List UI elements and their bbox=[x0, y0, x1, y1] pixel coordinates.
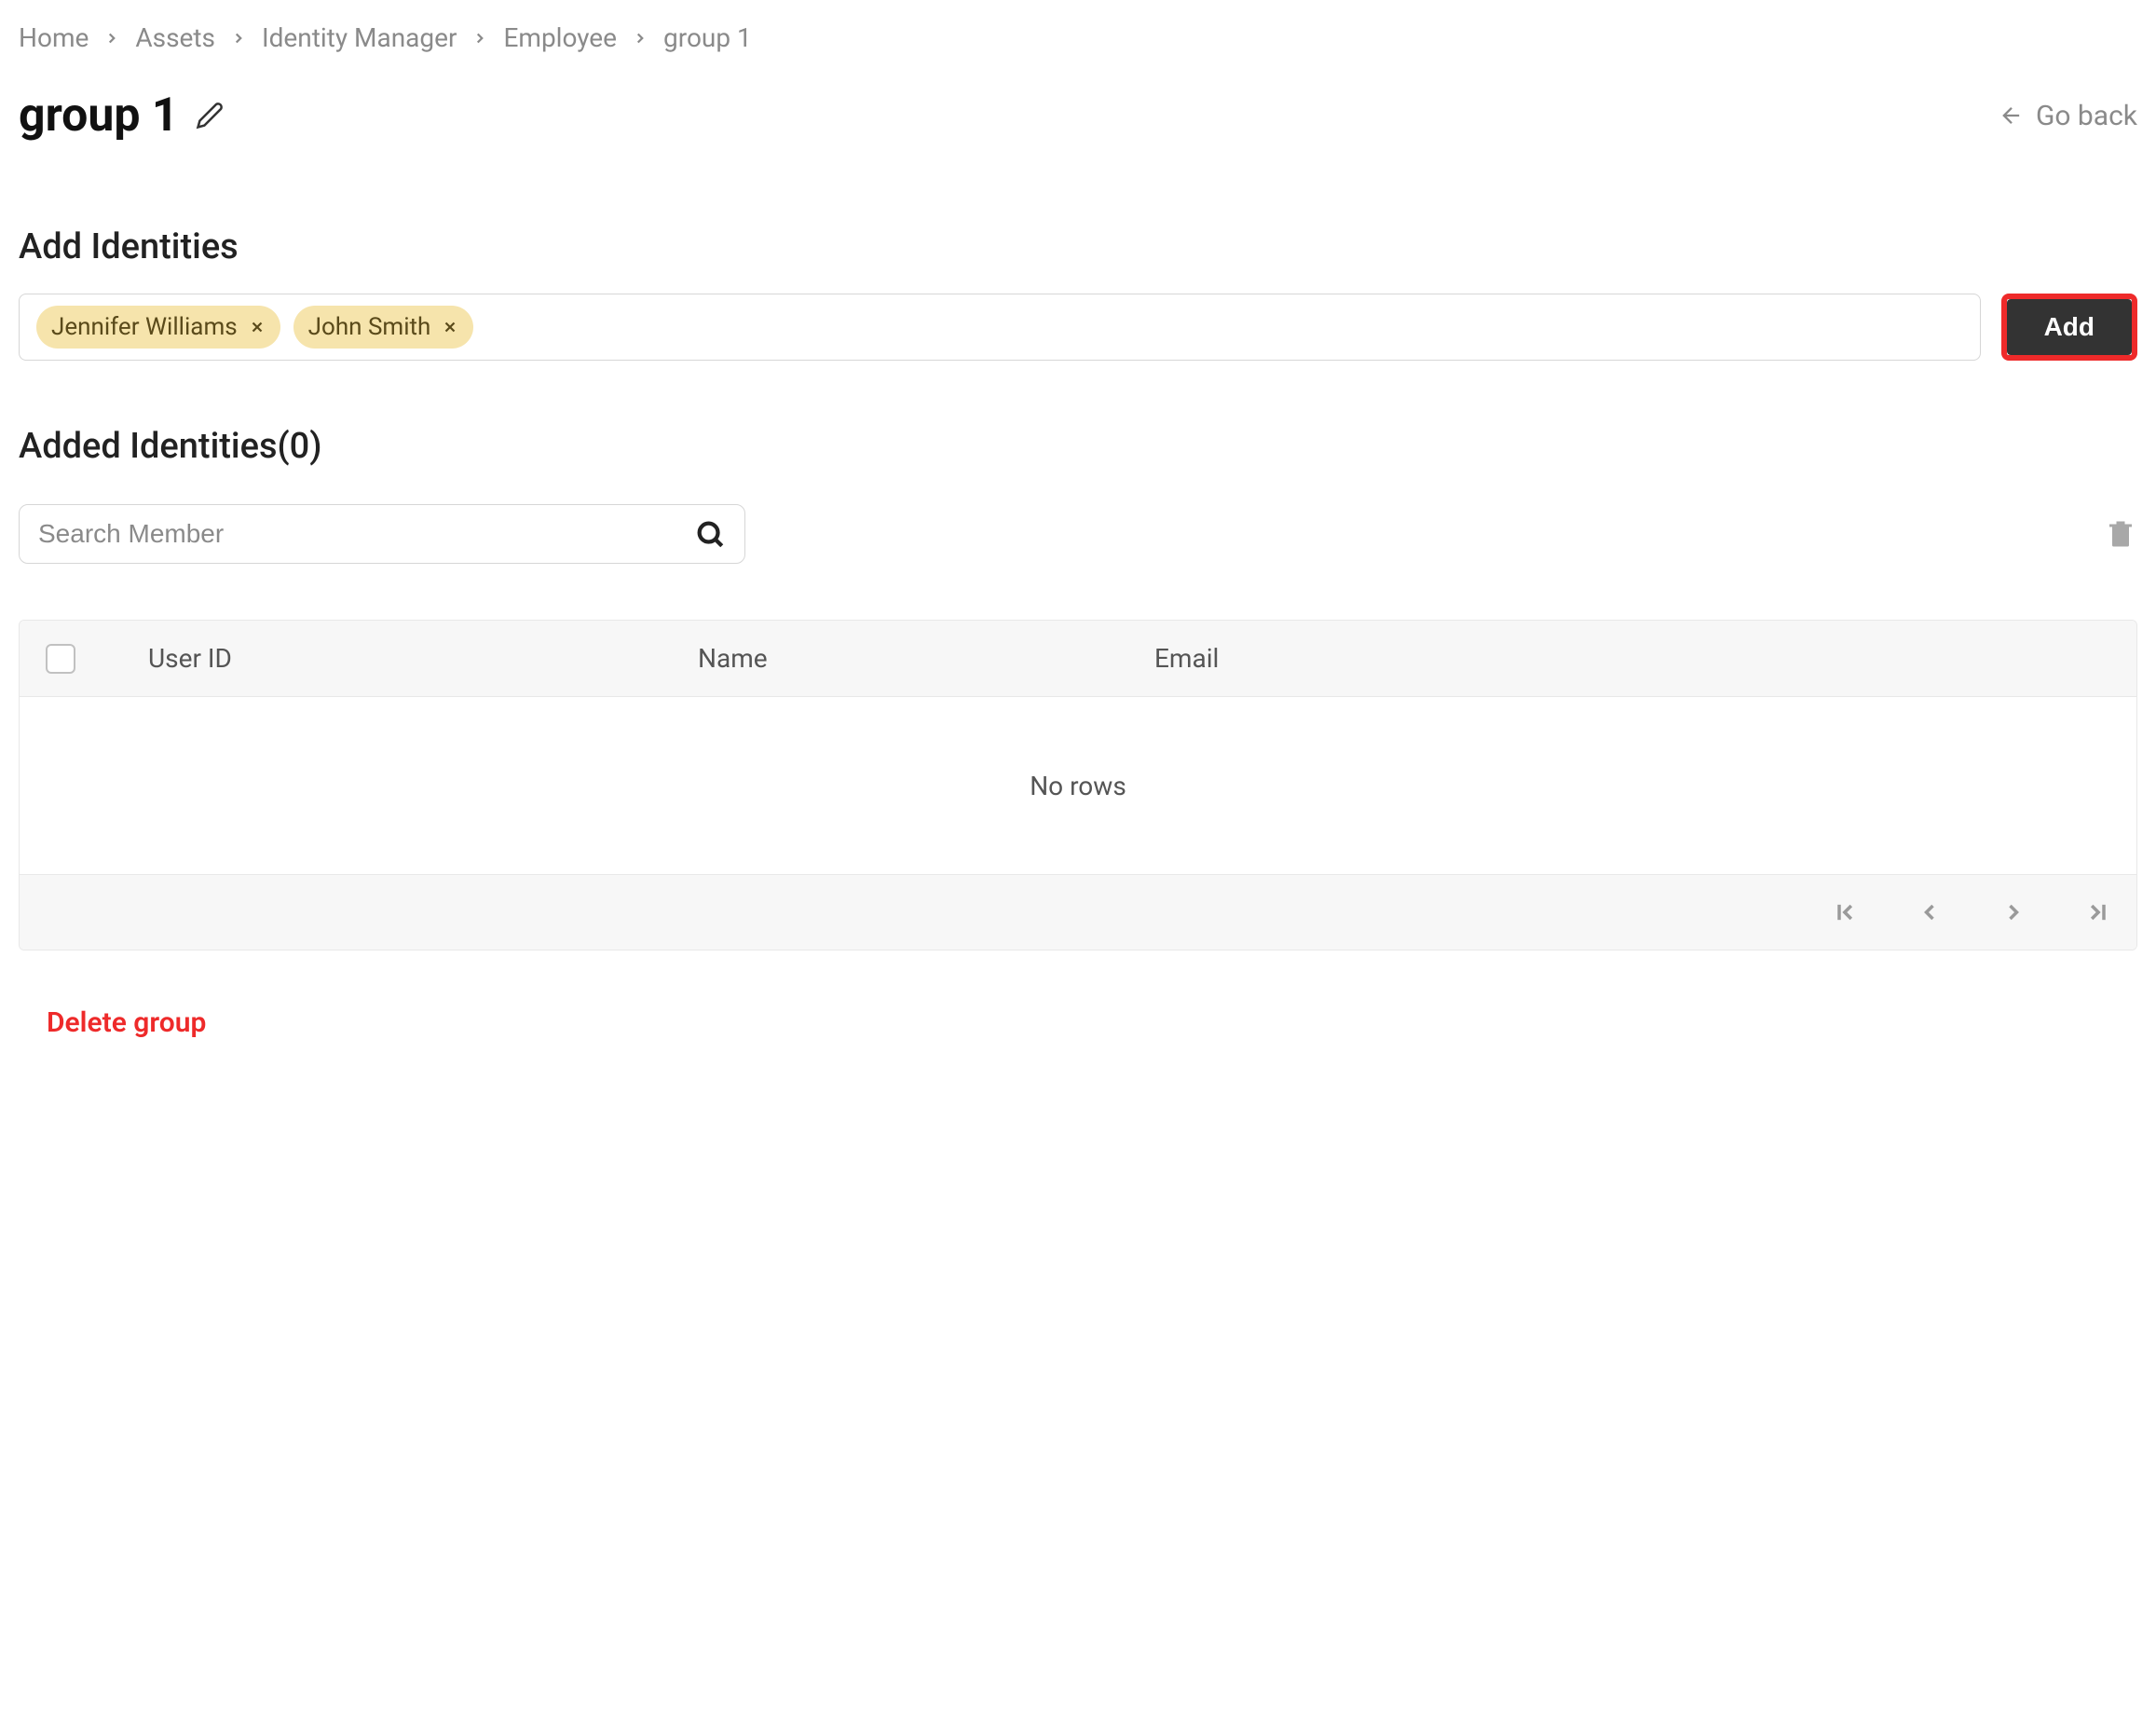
added-identities-heading: Added Identities(0) bbox=[19, 426, 2137, 467]
add-identities-row: Jennifer Williams John Smith Add bbox=[19, 294, 2137, 361]
title-row: group 1 Go back bbox=[19, 89, 2137, 143]
title-left: group 1 bbox=[19, 89, 224, 143]
table-header-name: Name bbox=[698, 643, 1154, 674]
go-back-button[interactable]: Go back bbox=[1999, 100, 2137, 132]
add-button-highlight: Add bbox=[2001, 294, 2137, 361]
close-icon[interactable] bbox=[249, 319, 266, 335]
search-row bbox=[19, 504, 2137, 564]
identities-table: User ID Name Email No rows bbox=[19, 620, 2137, 950]
page-title: group 1 bbox=[19, 89, 179, 143]
add-button[interactable]: Add bbox=[2007, 299, 2132, 355]
breadcrumb-item-home[interactable]: Home bbox=[19, 22, 89, 53]
identities-tag-input[interactable]: Jennifer Williams John Smith bbox=[19, 294, 1981, 361]
chevron-right-icon bbox=[230, 30, 247, 47]
search-input[interactable] bbox=[38, 519, 683, 549]
chevron-right-icon bbox=[632, 30, 648, 47]
breadcrumb-item-identity-manager[interactable]: Identity Manager bbox=[262, 22, 457, 53]
table-header-checkbox-cell bbox=[46, 644, 148, 674]
select-all-checkbox[interactable] bbox=[46, 644, 75, 674]
arrow-left-icon bbox=[1999, 103, 2025, 129]
table-header-email: Email bbox=[1154, 643, 2110, 674]
prev-page-icon[interactable] bbox=[1917, 899, 1943, 925]
table-header-userid: User ID bbox=[148, 643, 698, 674]
search-icon[interactable] bbox=[694, 518, 726, 550]
breadcrumb-item-employee[interactable]: Employee bbox=[503, 22, 617, 53]
add-identities-heading: Add Identities bbox=[19, 226, 2137, 267]
identity-tag-label: John Smith bbox=[308, 313, 431, 341]
chevron-right-icon bbox=[103, 30, 120, 47]
last-page-icon[interactable] bbox=[2084, 899, 2110, 925]
delete-group-button[interactable]: Delete group bbox=[47, 1006, 2137, 1039]
breadcrumb-item-current: group 1 bbox=[663, 22, 752, 53]
table-header: User ID Name Email bbox=[20, 621, 2136, 697]
pencil-icon[interactable] bbox=[196, 102, 224, 130]
trash-icon[interactable] bbox=[2104, 517, 2137, 551]
identity-tag: Jennifer Williams bbox=[36, 306, 280, 349]
search-member-box[interactable] bbox=[19, 504, 745, 564]
table-body-empty: No rows bbox=[20, 697, 2136, 874]
close-icon[interactable] bbox=[442, 319, 458, 335]
breadcrumb-item-assets[interactable]: Assets bbox=[135, 22, 215, 53]
chevron-right-icon bbox=[471, 30, 488, 47]
first-page-icon[interactable] bbox=[1833, 899, 1859, 925]
identity-tag: John Smith bbox=[293, 306, 474, 349]
table-pagination bbox=[20, 874, 2136, 950]
identity-tag-label: Jennifer Williams bbox=[51, 313, 238, 341]
next-page-icon[interactable] bbox=[2000, 899, 2026, 925]
go-back-label: Go back bbox=[2036, 100, 2137, 132]
no-rows-label: No rows bbox=[1030, 771, 1126, 801]
breadcrumb: Home Assets Identity Manager Employee gr… bbox=[19, 22, 2137, 53]
